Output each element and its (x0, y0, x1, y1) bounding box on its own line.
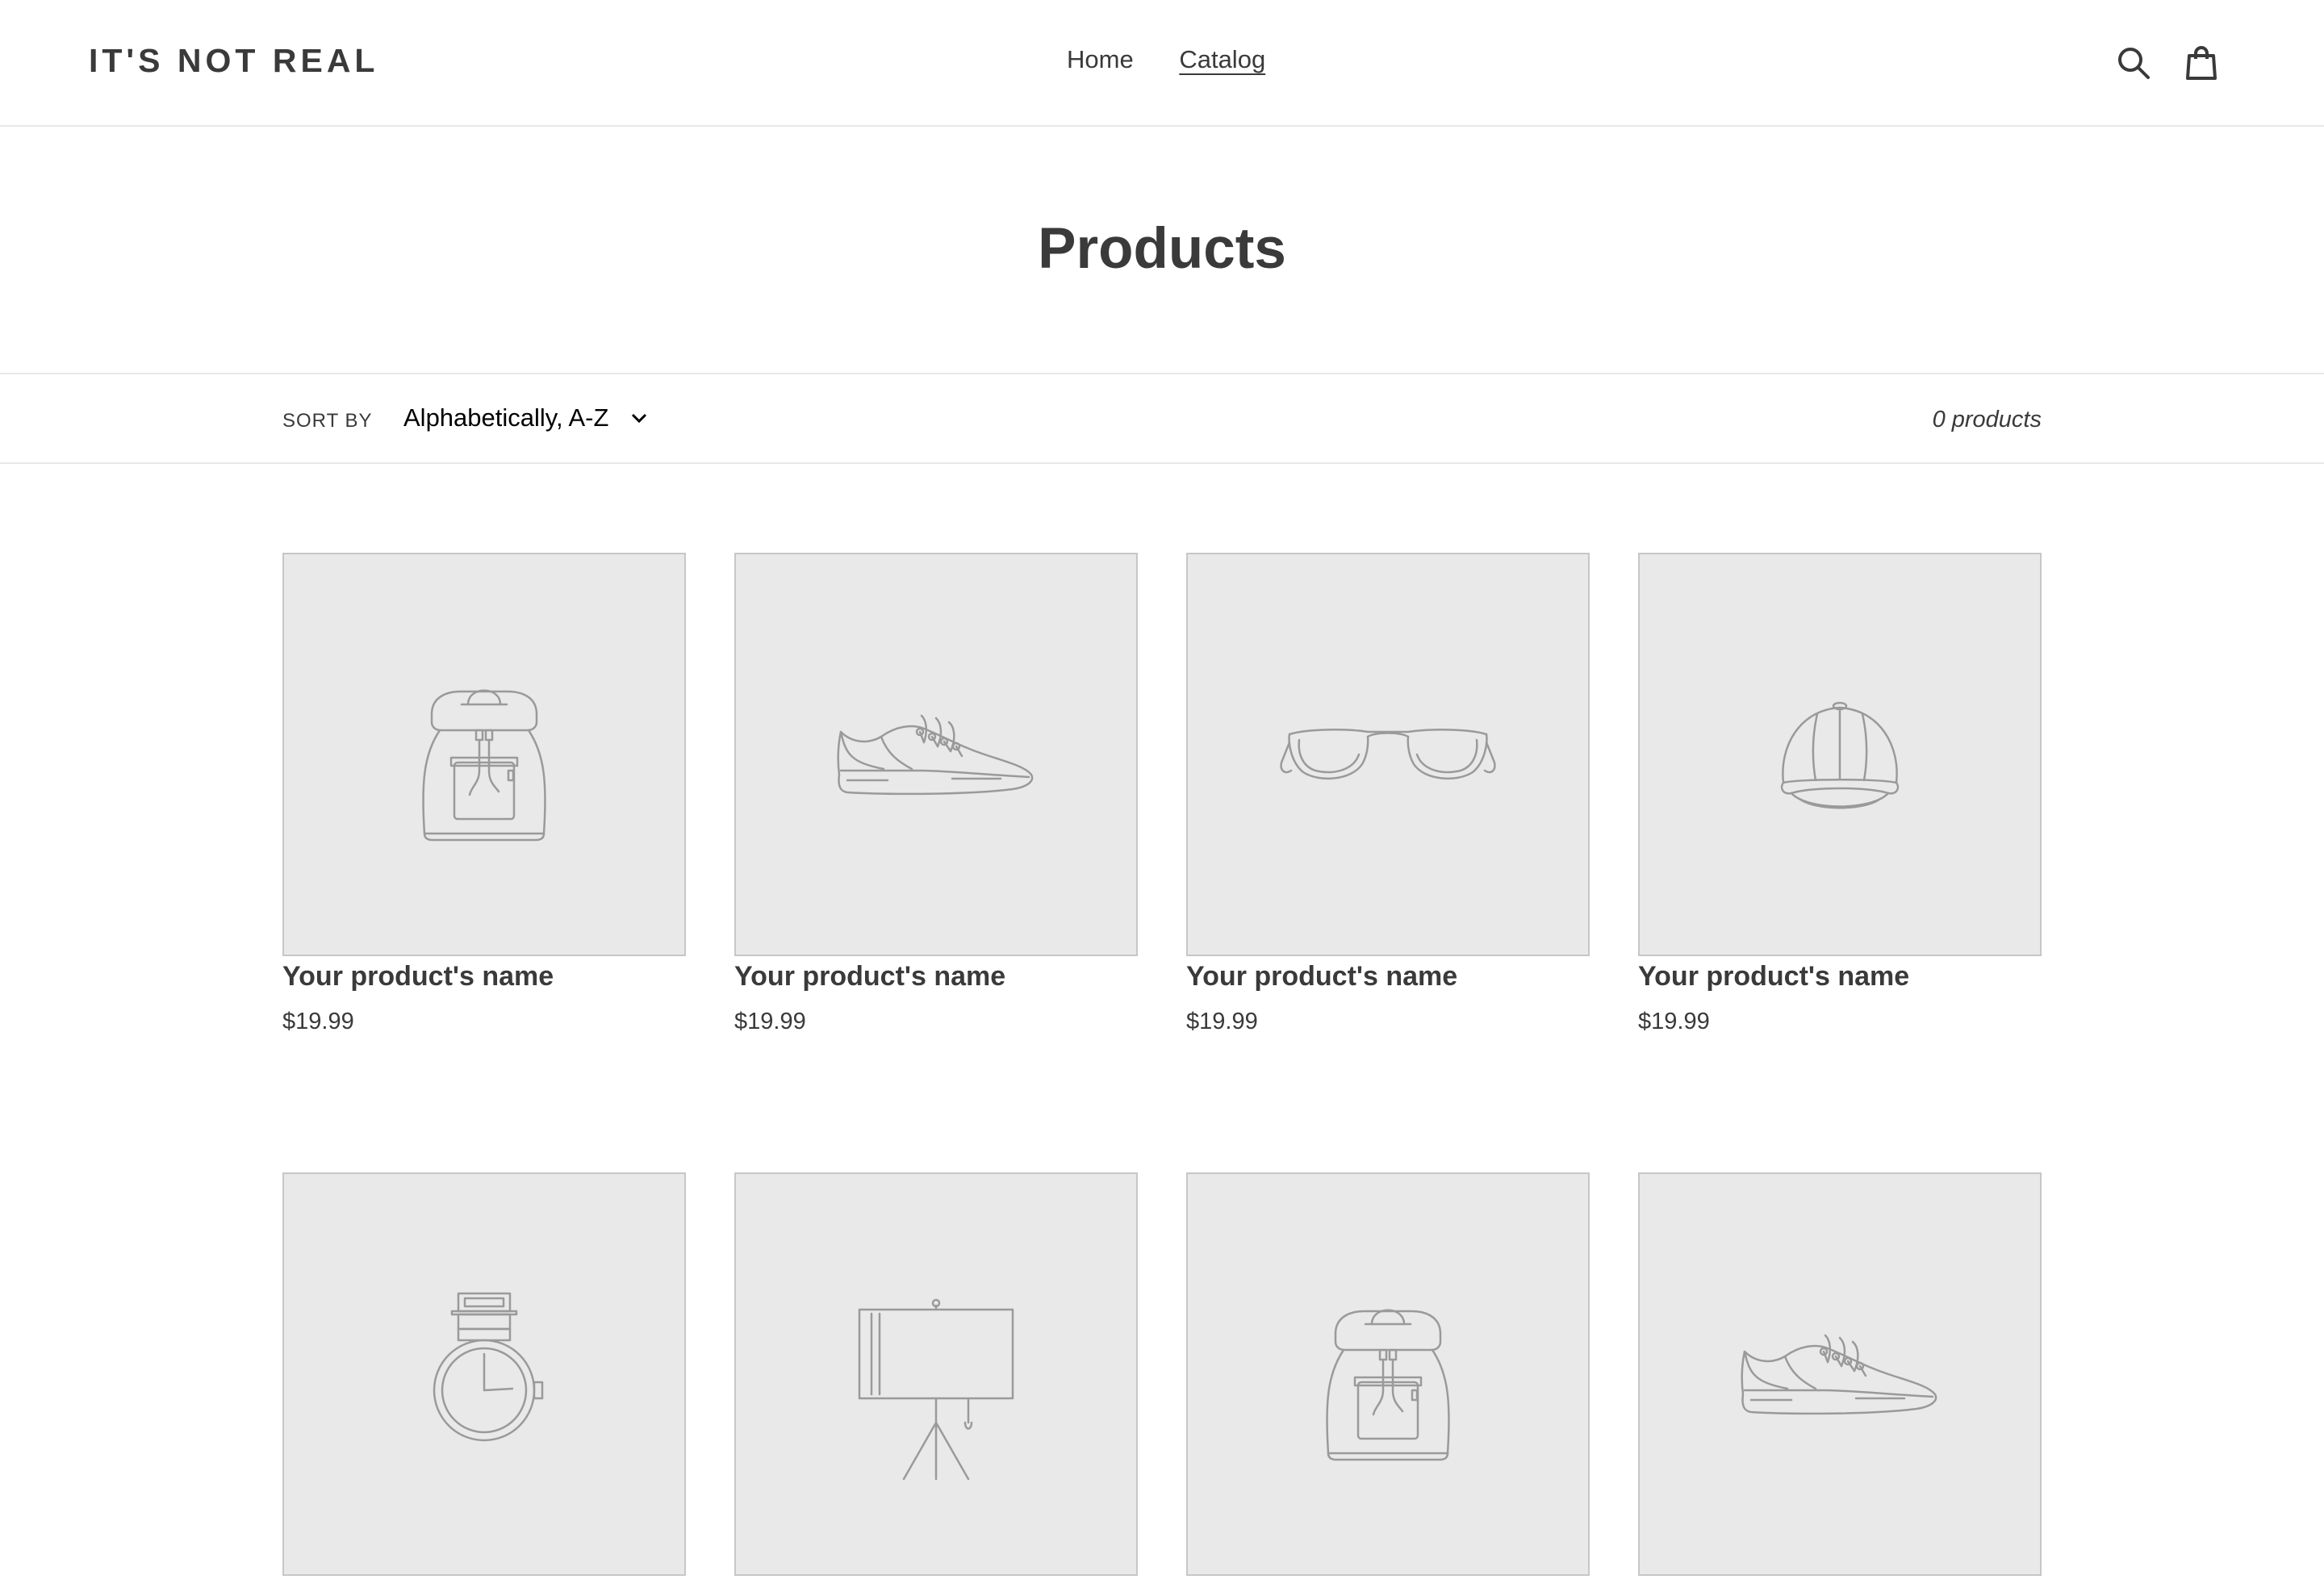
product-card[interactable] (282, 1172, 686, 1592)
product-card[interactable] (1638, 1172, 2042, 1592)
sneaker-icon (837, 714, 1034, 796)
product-image[interactable] (1638, 1172, 2042, 1576)
product-name[interactable]: Your product's name (734, 961, 1138, 992)
sunglasses-icon (1280, 729, 1496, 780)
sort-select[interactable]: Alphabetically, A-Z (403, 403, 649, 432)
search-icon[interactable] (2116, 45, 2151, 81)
watch-icon (433, 1292, 544, 1442)
chevron-down-icon (632, 413, 647, 424)
product-card[interactable]: Your product's name $19.99 (1638, 553, 2042, 1035)
cart-icon[interactable] (2184, 45, 2219, 81)
product-image[interactable] (282, 553, 686, 956)
product-image[interactable] (1638, 553, 2042, 956)
product-image[interactable] (1186, 553, 1590, 956)
product-price: $19.99 (282, 1009, 354, 1034)
product-card[interactable] (1186, 1172, 1590, 1592)
product-grid: Your product's name $19.99 Your product's … (282, 553, 2042, 1592)
page-title: Products (1038, 217, 1286, 281)
product-price: $19.99 (1638, 1009, 1710, 1034)
nav-home[interactable]: Home (1067, 45, 1134, 74)
product-image[interactable] (282, 1172, 686, 1576)
product-name[interactable]: Your product's name (1638, 961, 2042, 992)
backpack-icon (1326, 1309, 1450, 1461)
sort-by-label: SORT BY (282, 410, 373, 432)
product-image[interactable] (1186, 1172, 1590, 1576)
collection-filters: SORT BY Alphabetically, A-Z 0 products (0, 373, 2324, 464)
product-card[interactable]: Your product's name $19.99 (282, 553, 686, 1035)
product-image[interactable] (734, 553, 1138, 956)
product-price: $19.99 (734, 1009, 806, 1034)
product-card[interactable]: Your product's name $19.99 (1186, 553, 1590, 1035)
sort-select-value: Alphabetically, A-Z (403, 403, 609, 432)
backpack-icon (422, 689, 546, 842)
nav-catalog[interactable]: Catalog (1179, 45, 1265, 74)
product-card[interactable] (734, 1172, 1138, 1592)
cap-icon (1780, 701, 1900, 809)
product-card[interactable]: Your product's name $19.99 (734, 553, 1138, 1035)
lamp-icon (858, 1298, 1014, 1481)
site-header: IT'S NOT REAL Home Catalog (0, 0, 2324, 127)
product-image[interactable] (734, 1172, 1138, 1576)
sneaker-icon (1741, 1334, 1937, 1415)
product-name[interactable]: Your product's name (1186, 961, 1590, 992)
header-icons (2116, 45, 2219, 81)
product-count: 0 products (1932, 407, 2042, 432)
product-price: $19.99 (1186, 1009, 1258, 1034)
site-logo[interactable]: IT'S NOT REAL (89, 42, 378, 80)
product-name[interactable]: Your product's name (282, 961, 686, 992)
